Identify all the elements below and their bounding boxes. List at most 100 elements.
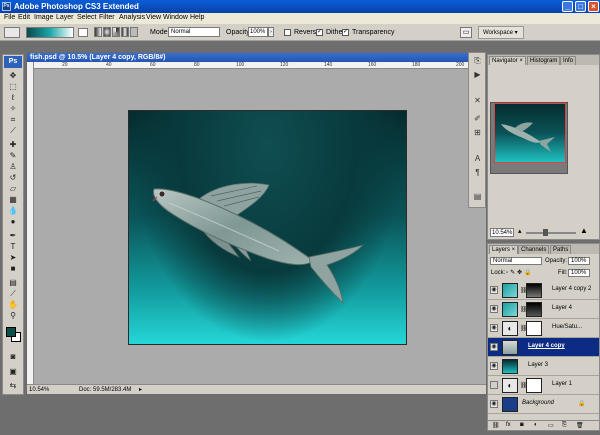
tool-presets-icon[interactable]: ✕ xyxy=(472,95,483,106)
layer-row[interactable]: ◉ Background 🔒 xyxy=(488,395,599,414)
menu-filter[interactable]: Filter xyxy=(99,14,115,21)
navigator-preview[interactable] xyxy=(490,102,568,174)
layer-row[interactable]: ◉ ◐ ⛓ Hue/Satu... xyxy=(488,319,599,338)
layers-opacity-input[interactable]: 100% xyxy=(568,257,590,265)
linear-gradient-button[interactable] xyxy=(94,27,102,37)
type-tool-icon[interactable]: T xyxy=(7,242,19,252)
tool-preset-picker[interactable] xyxy=(4,27,20,38)
imageready-icon[interactable]: ⇆ xyxy=(7,381,19,391)
tab-channels[interactable]: Channels xyxy=(518,245,550,254)
zoom-field[interactable]: 10.54% xyxy=(29,385,49,395)
visibility-eye-icon[interactable]: ◉ xyxy=(490,305,498,313)
layer-row-active[interactable]: ◉ Layer 4 copy xyxy=(488,338,599,357)
dither-checkbox[interactable]: ✓ xyxy=(316,29,323,36)
mask-icon[interactable]: ◙ xyxy=(520,422,524,428)
menu-file[interactable]: File xyxy=(4,14,15,21)
tab-layers[interactable]: Layers × xyxy=(489,245,519,254)
layer-comps-icon[interactable]: ▤ xyxy=(472,191,483,202)
horizontal-ruler[interactable]: 20 40 60 80 100 120 140 160 180 200 xyxy=(34,62,486,69)
layer-row[interactable]: ◐ ⛓ Layer 1 xyxy=(488,376,599,395)
navigator-zoom-input[interactable]: 10.54% xyxy=(490,228,514,237)
menu-layer[interactable]: Layer xyxy=(56,14,74,21)
shape-tool-icon[interactable]: ■ xyxy=(7,264,19,274)
layer-name[interactable]: Layer 4 xyxy=(552,305,572,311)
hand-tool-icon[interactable]: ✋ xyxy=(7,300,19,310)
quick-mask-icon[interactable]: ◙ xyxy=(7,352,19,362)
fx-icon[interactable]: fx xyxy=(506,422,511,428)
visibility-eye-icon[interactable]: ◉ xyxy=(490,286,498,294)
bridge-icon[interactable]: ▭ xyxy=(460,27,472,38)
menu-view[interactable]: View xyxy=(146,14,161,21)
layer-name[interactable]: Layer 1 xyxy=(552,381,572,387)
layer-name[interactable]: Background xyxy=(522,400,554,406)
opacity-arrow[interactable]: › xyxy=(268,27,274,37)
blur-tool-icon[interactable]: 💧 xyxy=(7,206,19,216)
menu-image[interactable]: Image xyxy=(34,14,53,21)
maximize-button[interactable]: □ xyxy=(575,1,586,12)
character-icon[interactable]: A xyxy=(472,153,483,164)
status-menu-arrow[interactable]: ▸ xyxy=(139,385,142,395)
layer-row[interactable]: ◉ Layer 3 xyxy=(488,357,599,376)
reverse-checkbox[interactable] xyxy=(284,29,291,36)
document-title[interactable]: fish.psd @ 10.5% (Layer 4 copy, RGB/8#) xyxy=(27,53,486,62)
layer-name[interactable]: Hue/Satu... xyxy=(552,324,582,330)
layer-name[interactable]: Layer 4 copy xyxy=(528,343,565,349)
radial-gradient-button[interactable] xyxy=(103,27,111,37)
visibility-eye-icon[interactable]: ◉ xyxy=(490,362,498,370)
crop-tool-icon[interactable]: ⌗ xyxy=(7,115,19,125)
layer-mask-thumbnail[interactable] xyxy=(526,378,542,393)
brush-tool-icon[interactable]: ✎ xyxy=(7,151,19,161)
tab-info[interactable]: Info xyxy=(560,56,577,65)
transparency-checkbox[interactable]: ✓ xyxy=(342,29,349,36)
blend-mode-select[interactable]: Normal xyxy=(490,257,542,265)
minimize-button[interactable]: _ xyxy=(562,1,573,12)
path-selection-tool-icon[interactable]: ➤ xyxy=(7,253,19,263)
healing-brush-tool-icon[interactable]: ✚ xyxy=(7,140,19,150)
visibility-eye-icon[interactable]: ◉ xyxy=(490,400,498,408)
menu-help[interactable]: Help xyxy=(190,14,204,21)
tab-navigator[interactable]: Navigator × xyxy=(489,56,526,65)
layer-mask-thumbnail[interactable] xyxy=(526,302,542,317)
layer-mask-thumbnail[interactable] xyxy=(526,321,542,336)
workspace-button[interactable]: Workspace ▾ xyxy=(478,26,524,39)
eyedropper-tool-icon[interactable]: ⟋ xyxy=(7,289,19,299)
tab-paths[interactable]: Paths xyxy=(550,245,572,254)
layer-row[interactable]: ◉ ⛓ Layer 4 xyxy=(488,300,599,319)
clone-stamp-tool-icon[interactable]: ♙ xyxy=(7,162,19,172)
reflected-gradient-button[interactable] xyxy=(121,27,129,37)
magic-wand-tool-icon[interactable]: ✧ xyxy=(7,104,19,114)
slice-tool-icon[interactable]: ⟋ xyxy=(7,126,19,136)
zoom-in-icon[interactable]: ▲ xyxy=(580,226,588,235)
visibility-eye-icon[interactable] xyxy=(490,381,498,389)
eraser-tool-icon[interactable]: ▱ xyxy=(7,184,19,194)
adjustment-icon[interactable]: ◐ xyxy=(534,422,538,428)
history-brush-tool-icon[interactable]: ↺ xyxy=(7,173,19,183)
marquee-tool-icon[interactable]: ⬚ xyxy=(7,82,19,92)
clone-source-icon[interactable]: ⊞ xyxy=(472,127,483,138)
zoom-tool-icon[interactable]: ⚲ xyxy=(7,311,19,321)
screen-mode-icon[interactable]: ▣ xyxy=(7,367,19,377)
gradient-dropdown[interactable] xyxy=(78,28,88,37)
layer-name[interactable]: Layer 4 copy 2 xyxy=(552,286,591,292)
diamond-gradient-button[interactable] xyxy=(130,27,138,37)
gradient-tool-icon[interactable]: ▦ xyxy=(7,195,19,205)
image-canvas[interactable] xyxy=(128,110,407,345)
layer-row[interactable]: ◉ ⛓ Layer 4 copy 2 xyxy=(488,281,599,300)
close-button[interactable]: × xyxy=(588,1,599,12)
layer-name[interactable]: Layer 3 xyxy=(528,362,548,368)
menu-analysis[interactable]: Analysis xyxy=(119,14,145,21)
actions-icon[interactable]: ▶ xyxy=(472,69,483,80)
visibility-eye-icon[interactable]: ◉ xyxy=(490,324,498,332)
move-tool-icon[interactable]: ✥ xyxy=(7,71,19,81)
layer-mask-thumbnail[interactable] xyxy=(526,283,542,298)
lasso-tool-icon[interactable]: ℓ xyxy=(7,93,19,103)
history-icon[interactable]: ⎘ xyxy=(472,55,483,66)
opacity-input[interactable]: 100% xyxy=(248,27,268,37)
zoom-slider-thumb[interactable] xyxy=(543,229,548,236)
navigator-view-box[interactable] xyxy=(494,103,566,163)
group-icon[interactable]: ▭ xyxy=(548,422,554,429)
angle-gradient-button[interactable] xyxy=(112,27,120,37)
gradient-picker[interactable] xyxy=(26,27,74,38)
link-icon[interactable]: ⛓ xyxy=(492,422,500,429)
menu-select[interactable]: Select xyxy=(77,14,96,21)
